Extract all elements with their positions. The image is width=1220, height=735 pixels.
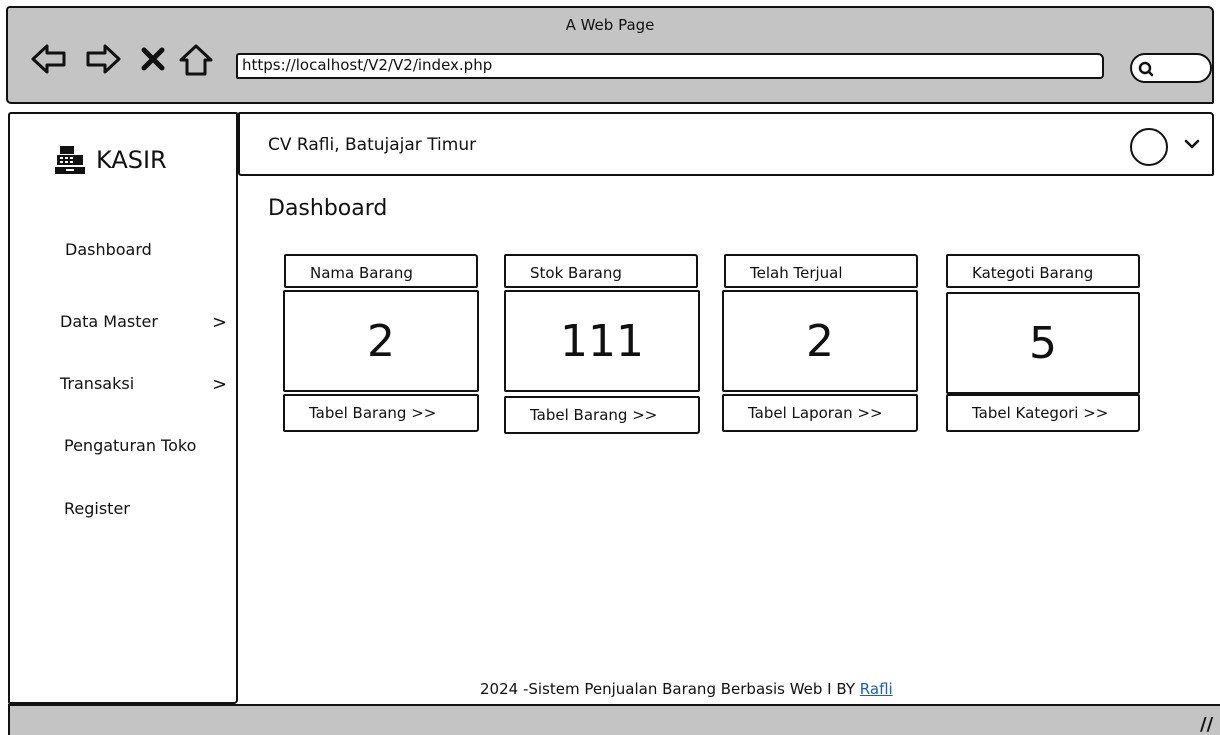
sidebar-item-pengaturan-toko[interactable]: Pengaturan Toko bbox=[64, 436, 196, 455]
footer-text: 2024 -Sistem Penjualan Barang Berbasis W… bbox=[480, 680, 855, 698]
browser-search-button[interactable] bbox=[1130, 53, 1212, 83]
brand[interactable]: KASIR bbox=[54, 144, 167, 176]
card-link-label: Tabel Barang >> bbox=[309, 404, 437, 422]
card-link-button[interactable]: Tabel Kategori >> bbox=[946, 394, 1140, 432]
store-name: CV Rafli, Batujajar Timur bbox=[268, 135, 477, 155]
card-value: 111 bbox=[560, 316, 644, 367]
card-header: Kategoti Barang bbox=[946, 254, 1140, 288]
search-icon bbox=[1138, 61, 1154, 77]
url-text: https://localhost/V2/V2/index.php bbox=[242, 56, 493, 74]
card-header: Nama Barang bbox=[284, 254, 478, 288]
card-link-button[interactable]: Tabel Laporan >> bbox=[722, 394, 918, 432]
sidebar-item-transaksi[interactable]: Transaksi bbox=[60, 374, 134, 393]
card-header: Stok Barang bbox=[504, 254, 698, 288]
card-value: 2 bbox=[806, 316, 834, 367]
card-title: Stok Barang bbox=[530, 264, 622, 282]
card-value-box: 2 bbox=[283, 290, 479, 392]
address-bar[interactable]: https://localhost/V2/V2/index.php bbox=[236, 53, 1104, 79]
chevron-right-icon[interactable]: > bbox=[212, 374, 227, 395]
back-arrow-icon[interactable] bbox=[30, 42, 68, 76]
footer-author-link[interactable]: Rafli bbox=[860, 680, 893, 698]
cash-register-icon bbox=[55, 146, 85, 174]
card-header: Telah Terjual bbox=[724, 254, 918, 288]
card-value-box: 111 bbox=[504, 290, 700, 392]
card-link-label: Tabel Kategori >> bbox=[972, 404, 1109, 422]
user-avatar-icon[interactable] bbox=[1130, 128, 1168, 166]
resize-grip-icon[interactable]: // bbox=[1200, 714, 1213, 735]
card-title: Nama Barang bbox=[310, 264, 413, 282]
brand-label: KASIR bbox=[96, 146, 167, 174]
sidebar-item-register[interactable]: Register bbox=[64, 499, 130, 518]
card-value: 5 bbox=[1029, 318, 1057, 369]
close-icon[interactable] bbox=[140, 46, 166, 72]
browser-chrome: A Web Page https://localhost/V2/V2/index… bbox=[6, 6, 1214, 104]
card-title: Telah Terjual bbox=[750, 264, 843, 282]
card-link-label: Tabel Barang >> bbox=[530, 406, 658, 424]
card-link-button[interactable]: Tabel Barang >> bbox=[504, 396, 700, 434]
page-title: Dashboard bbox=[268, 196, 388, 221]
card-title: Kategoti Barang bbox=[972, 264, 1094, 282]
card-value-box: 5 bbox=[946, 292, 1140, 394]
card-link-label: Tabel Laporan >> bbox=[748, 404, 883, 422]
top-navbar: CV Rafli, Batujajar Timur bbox=[238, 112, 1214, 176]
home-icon[interactable] bbox=[178, 42, 214, 78]
card-value: 2 bbox=[367, 316, 395, 367]
sidebar: KASIR Dashboard Data Master > Transaksi … bbox=[8, 112, 238, 704]
window-title: A Web Page bbox=[565, 16, 655, 34]
chevron-right-icon[interactable]: > bbox=[212, 312, 227, 333]
chevron-down-icon[interactable] bbox=[1184, 138, 1200, 150]
card-value-box: 2 bbox=[722, 290, 918, 392]
forward-arrow-icon[interactable] bbox=[84, 42, 122, 76]
browser-status-bar: // bbox=[8, 704, 1220, 735]
footer: 2024 -Sistem Penjualan Barang Berbasis W… bbox=[480, 680, 893, 698]
browser-window: A Web Page https://localhost/V2/V2/index… bbox=[0, 0, 1220, 735]
card-link-button[interactable]: Tabel Barang >> bbox=[283, 394, 479, 432]
sidebar-item-data-master[interactable]: Data Master bbox=[60, 312, 158, 331]
sidebar-item-dashboard[interactable]: Dashboard bbox=[65, 240, 152, 259]
